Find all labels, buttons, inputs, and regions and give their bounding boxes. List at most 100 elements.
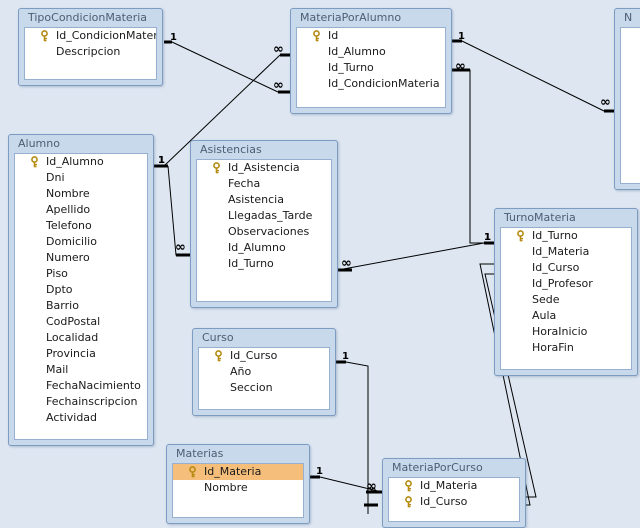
field-row[interactable]: Observaciones: [197, 224, 331, 240]
field-row[interactable]: Id_Curso: [501, 260, 631, 276]
cardinality-many-label: ∞: [600, 95, 611, 110]
table-materias[interactable]: Materias Id_Materia Nombre: [166, 444, 310, 524]
field-row[interactable]: Aula: [501, 308, 631, 324]
table-alumno[interactable]: Alumno Id_Alumno Dni Nombre Apellido Telefono…: [8, 134, 154, 446]
field-row[interactable]: Mail: [15, 362, 147, 378]
table-title[interactable]: Materias: [167, 445, 309, 463]
table-title[interactable]: N: [615, 9, 640, 27]
field-row[interactable]: Piso: [15, 266, 147, 282]
table-materiaporcurso[interactable]: MateriaPorCurso Id_Materia Id_Curso: [382, 458, 526, 528]
cardinality-one-label: 1: [458, 31, 465, 42]
field-row[interactable]: Id_Turno: [501, 228, 631, 244]
cardinality-one-label: 1: [316, 466, 323, 477]
table-title[interactable]: Asistencias: [191, 141, 337, 159]
field-row[interactable]: CodPostal: [15, 314, 147, 330]
table-asistencias[interactable]: Asistencias Id_Asistencia Fecha Asistencia L…: [190, 140, 338, 308]
field-name: CodPostal: [46, 315, 101, 328]
field-row[interactable]: Id_Materia: [389, 478, 519, 494]
table-title[interactable]: TurnoMateria: [495, 209, 637, 227]
field-name: Id_Turno: [532, 229, 578, 242]
field-row[interactable]: FechaNacimiento: [15, 378, 147, 394]
field-name: Barrio: [46, 299, 79, 312]
field-row[interactable]: Fechainscripcion: [15, 394, 147, 410]
field-row[interactable]: Id_Materia: [173, 464, 303, 480]
field-name: Provincia: [46, 347, 96, 360]
field-row[interactable]: HoraInicio: [501, 324, 631, 340]
field-list: Id_Alumno Dni Nombre Apellido Telefono Domici…: [14, 153, 148, 440]
field-name: Nombre: [46, 187, 90, 200]
table-title[interactable]: MateriaPorAlumno: [291, 9, 451, 27]
field-name: Dni: [46, 171, 65, 184]
field-name: Id: [328, 29, 339, 42]
field-row[interactable]: Id_Asistencia: [197, 160, 331, 176]
field-list: Id_Asistencia Fecha Asistencia Llegadas_Tar…: [196, 159, 332, 302]
field-row[interactable]: HoraFin: [501, 340, 631, 356]
field-row[interactable]: Id_Curso: [389, 494, 519, 510]
field-name: Domicilio: [46, 235, 97, 248]
field-row[interactable]: Dpto: [15, 282, 147, 298]
table-curso[interactable]: Curso Id_Curso Año Seccion: [192, 328, 336, 416]
field-row[interactable]: Fecha: [197, 176, 331, 192]
field-name: Año: [230, 365, 252, 378]
table-turnomateria[interactable]: TurnoMateria Id_Turno Id_Materia Id_Curso Id…: [494, 208, 638, 376]
field-row[interactable]: Nombre: [173, 480, 303, 496]
field-row[interactable]: Id_Alumno: [197, 240, 331, 256]
field-row[interactable]: Id_Profesor: [501, 276, 631, 292]
field-row[interactable]: Id_Turno: [297, 60, 445, 76]
field-name: Id_Alumno: [328, 45, 386, 58]
table-title[interactable]: Alumno: [9, 135, 153, 153]
field-row[interactable]: Actividad: [15, 410, 147, 426]
field-row[interactable]: Provincia: [15, 346, 147, 362]
field-row[interactable]: Dni: [15, 170, 147, 186]
cardinality-many-label: ∞: [273, 78, 284, 93]
field-name: Id_CondicionMateria: [328, 77, 440, 90]
field-row[interactable]: Numero: [15, 250, 147, 266]
field-row[interactable]: Seccion: [199, 380, 329, 396]
field-row[interactable]: Id_Alumno: [297, 44, 445, 60]
table-title[interactable]: MateriaPorCurso: [383, 459, 525, 477]
field-row[interactable]: Sede: [501, 292, 631, 308]
field-name: Id_Materia: [420, 479, 478, 492]
field-name: Observaciones: [228, 225, 310, 238]
primary-key-icon: [30, 156, 39, 168]
table-n[interactable]: N: [614, 8, 640, 190]
field-row[interactable]: Apellido: [15, 202, 147, 218]
table-title[interactable]: TipoCondicionMateria: [19, 9, 162, 27]
table-materiaporalumno[interactable]: MateriaPorAlumno Id Id_Alumno Id_Turno Id_Co…: [290, 8, 452, 114]
field-row[interactable]: Localidad: [15, 330, 147, 346]
field-row[interactable]: Id_CondicionMateria: [297, 76, 445, 92]
field-row[interactable]: Id_Materia: [501, 244, 631, 260]
field-row[interactable]: Id_Alumno: [15, 154, 147, 170]
field-name: Sede: [532, 293, 560, 306]
field-row[interactable]: Barrio: [15, 298, 147, 314]
field-name: Dpto: [46, 283, 73, 296]
field-name: Descripcion: [56, 45, 121, 58]
field-name: Id_Asistencia: [228, 161, 300, 174]
field-row[interactable]: Id_CondicionMater: [25, 28, 156, 44]
relationship-line: [171, 41, 279, 93]
relationship-diagram: TipoCondicionMateria Id_CondicionMater Des…: [0, 0, 640, 528]
field-name: Numero: [46, 251, 90, 264]
relationship-line: [461, 40, 605, 112]
field-name: Id_Alumno: [46, 155, 104, 168]
field-row[interactable]: Domicilio: [15, 234, 147, 250]
field-list: Id_Curso Año Seccion: [198, 347, 330, 410]
field-row[interactable]: Llegadas_Tarde: [197, 208, 331, 224]
field-name: Seccion: [230, 381, 273, 394]
field-row[interactable]: Año: [199, 364, 329, 380]
field-row[interactable]: Id: [297, 28, 445, 44]
primary-key-icon: [404, 496, 413, 508]
field-row[interactable]: Id_Curso: [199, 348, 329, 364]
field-row[interactable]: Telefono: [15, 218, 147, 234]
field-list: Id_Materia Nombre: [172, 463, 304, 518]
field-name: HoraFin: [532, 341, 574, 354]
field-name: Id_Materia: [532, 245, 590, 258]
field-row[interactable]: Asistencia: [197, 192, 331, 208]
field-row[interactable]: Nombre: [15, 186, 147, 202]
field-name: Apellido: [46, 203, 91, 216]
field-row[interactable]: Id_Turno: [197, 256, 331, 272]
field-row[interactable]: Descripcion: [25, 44, 156, 60]
cardinality-one-label: 1: [484, 232, 491, 243]
table-tipocondicionmateria[interactable]: TipoCondicionMateria Id_CondicionMater Des…: [18, 8, 163, 86]
table-title[interactable]: Curso: [193, 329, 335, 347]
